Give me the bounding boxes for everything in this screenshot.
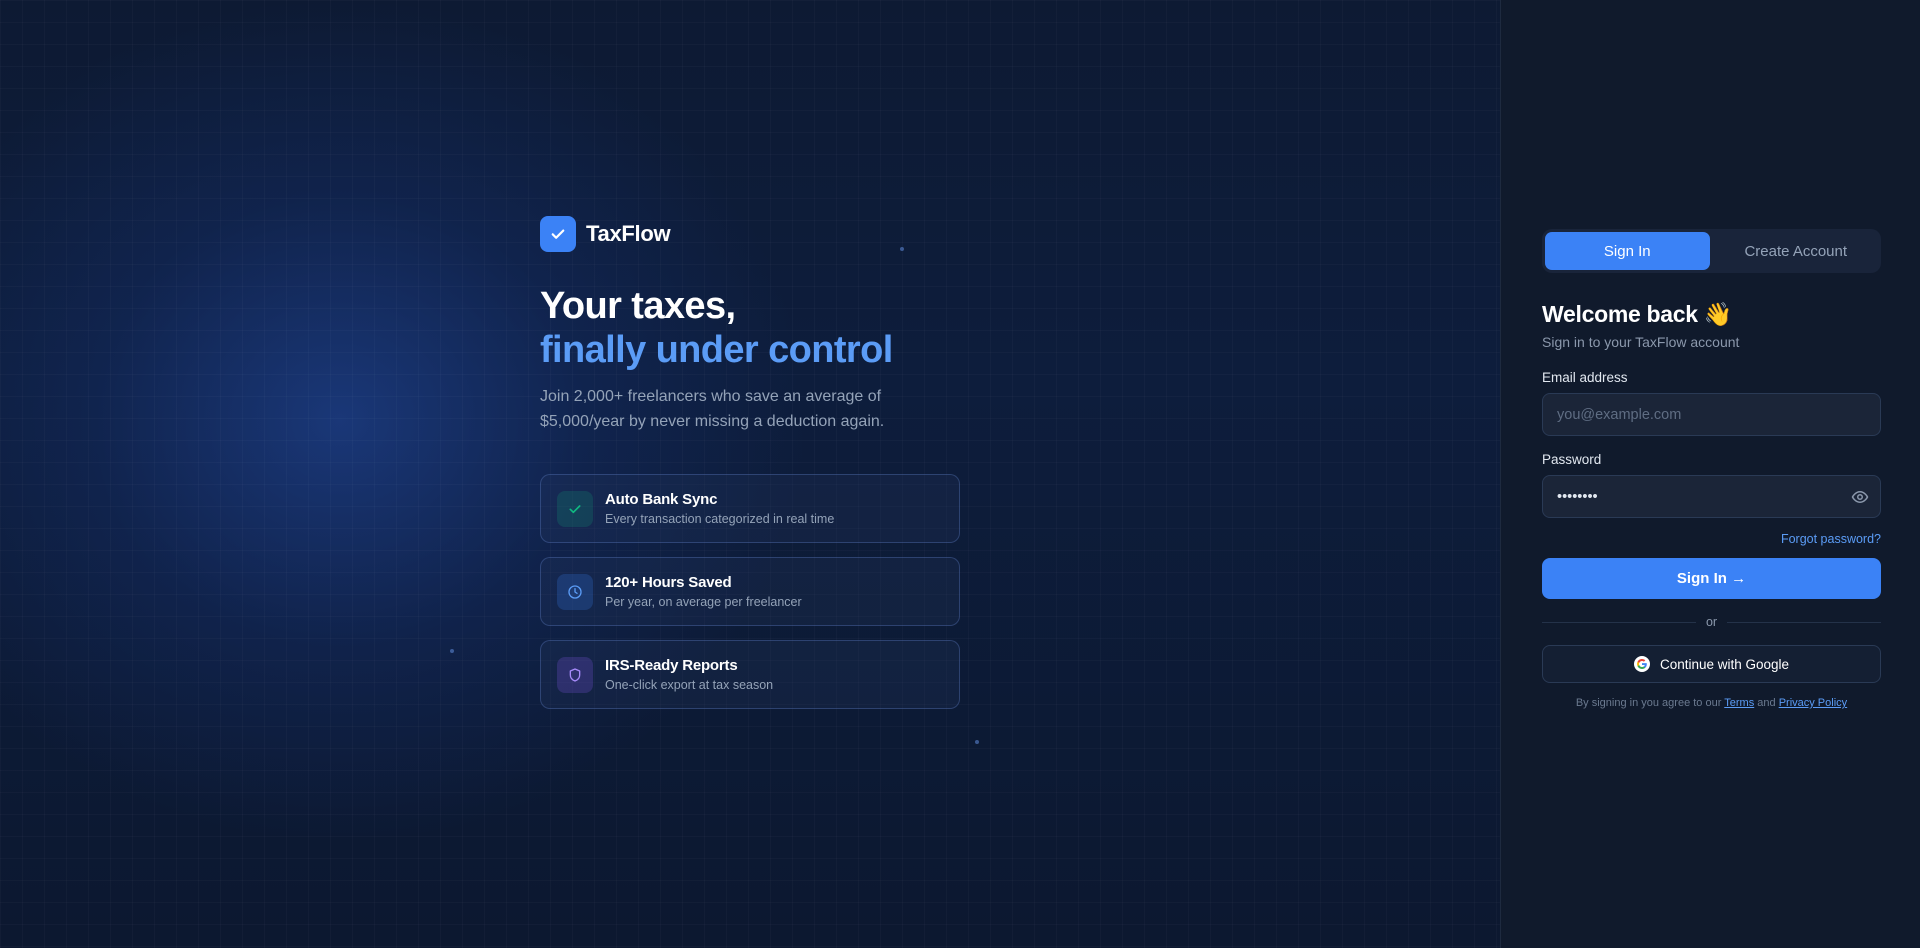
welcome-title: Welcome back 👋 [1542, 301, 1733, 327]
headline-line-2: finally under control [540, 329, 893, 371]
email-field[interactable] [1542, 393, 1881, 436]
tab-sign-in[interactable]: Sign In [1545, 232, 1710, 270]
google-sign-in-button[interactable]: Continue with Google [1542, 645, 1881, 683]
feature-title: Auto Bank Sync [605, 491, 718, 508]
feature-subtitle: One-click export at tax season [605, 678, 774, 692]
feature-card-irs-reports: IRS-Ready Reports One-click export at ta… [540, 640, 960, 709]
forgot-row: Forgot password? [1542, 532, 1881, 546]
feature-subtitle: Per year, on average per freelancer [605, 595, 802, 609]
feature-subtitle: Every transaction categorized in real ti… [605, 512, 835, 526]
password-field[interactable] [1542, 475, 1881, 518]
feature-card-hours-saved: 120+ Hours Saved Per year, on average pe… [540, 557, 960, 626]
hero-content: TaxFlow Your taxes, finally under contro… [540, 216, 960, 709]
brand: TaxFlow [540, 216, 960, 252]
feature-card-bank-sync: Auto Bank Sync Every transaction categor… [540, 474, 960, 543]
tab-create-account[interactable]: Create Account [1714, 232, 1879, 270]
terms-link[interactable]: Terms [1724, 697, 1754, 709]
auth-panel: Sign In Create Account Welcome back 👋 Si… [1500, 0, 1920, 948]
headline-line-1: Your taxes, [540, 285, 736, 327]
legal-and: and [1757, 697, 1776, 709]
brand-name: TaxFlow [586, 221, 671, 246]
forgot-password-link[interactable]: Forgot password? [1781, 532, 1881, 546]
email-label: Email address [1542, 370, 1628, 385]
email-field-wrap [1542, 393, 1881, 436]
legal-prefix: By signing in you agree to our [1575, 697, 1722, 709]
divider-line [1727, 621, 1881, 623]
auth-form: Sign In Create Account Welcome back 👋 Si… [1542, 229, 1881, 709]
privacy-policy-link[interactable]: Privacy Policy [1779, 697, 1847, 709]
hero-lead: Join 2,000+ freelancers who save an aver… [540, 388, 885, 430]
divider-line [1542, 621, 1696, 623]
password-label: Password [1542, 452, 1602, 467]
or-divider: or [1542, 615, 1881, 629]
check-icon [557, 490, 593, 527]
hero-headline: Your taxes, finally under control [540, 284, 960, 372]
eye-icon[interactable] [1851, 488, 1869, 506]
google-icon [1633, 656, 1650, 672]
google-button-label: Continue with Google [1659, 656, 1790, 672]
hero-panel: TaxFlow Your taxes, finally under contro… [0, 0, 1500, 948]
welcome-subtitle: Sign in to your TaxFlow account [1542, 334, 1740, 350]
shield-icon [557, 656, 593, 693]
legal-notice: By signing in you agree to our Terms and… [1542, 697, 1881, 709]
auth-tabs: Sign In Create Account [1542, 229, 1881, 273]
clock-icon [557, 573, 593, 610]
feature-title: IRS-Ready Reports [605, 657, 738, 674]
password-field-wrap [1542, 475, 1881, 518]
decorative-dot [450, 649, 454, 653]
brand-logo-icon [540, 216, 576, 252]
divider-label: or [1705, 615, 1718, 629]
sign-in-button[interactable]: Sign In → [1542, 558, 1881, 599]
decorative-dot [975, 740, 979, 744]
feature-list: Auto Bank Sync Every transaction categor… [540, 474, 960, 709]
feature-title: 120+ Hours Saved [605, 574, 732, 591]
